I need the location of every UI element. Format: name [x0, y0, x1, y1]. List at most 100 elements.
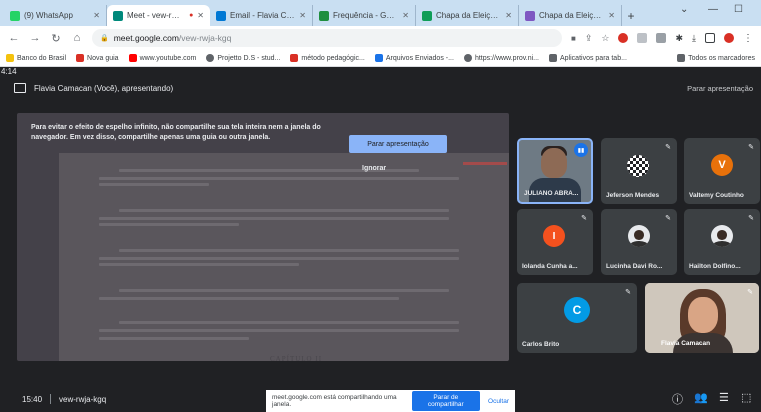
- tab-label: Chapa da Eleição do: [539, 11, 604, 20]
- document-text-line: [119, 249, 459, 252]
- tab-frequencia[interactable]: Frequência - Google Cl ✕: [313, 5, 416, 26]
- profile-avatar[interactable]: [724, 33, 734, 43]
- close-icon[interactable]: ✕: [505, 11, 512, 20]
- self-video-tile[interactable]: ✎ Flavia Camacan: [645, 283, 759, 353]
- close-icon[interactable]: ✕: [197, 11, 204, 20]
- bookmark-label: https://www.prov.ni...: [474, 54, 539, 62]
- tab-whatsapp[interactable]: (9) WhatsApp ✕: [4, 5, 107, 26]
- document-text-line: [99, 329, 459, 332]
- participant-name: Hailton Dolfino...: [689, 263, 741, 270]
- participant-tile[interactable]: ✎ Lucinha Davi Ro...: [601, 209, 677, 275]
- bookmark-item[interactable]: Arquivos Enviados -...: [374, 54, 454, 62]
- bookmark-item[interactable]: https://www.prov.ni...: [463, 54, 539, 62]
- info-icon[interactable]: ⓘ: [672, 391, 683, 407]
- document-text-line: [119, 289, 449, 292]
- stop-presenting-button[interactable]: Parar apresentação: [349, 135, 447, 153]
- participant-tile[interactable]: ▮▮ JULIANO ABRA...: [517, 138, 593, 204]
- avatar: [627, 155, 649, 177]
- hide-button[interactable]: Ocultar: [488, 398, 509, 405]
- bookmark-item[interactable]: método pedagógic...: [290, 54, 365, 62]
- tab-label: (9) WhatsApp: [24, 11, 73, 20]
- close-icon[interactable]: ✕: [608, 11, 615, 20]
- close-icon[interactable]: ✕: [402, 11, 409, 20]
- minimize-icon[interactable]: —: [708, 4, 718, 15]
- ignore-button[interactable]: Ignorar: [362, 165, 386, 172]
- document-text-line: [99, 337, 249, 340]
- participant-tile[interactable]: ✎ I Iolanda Cunha a...: [517, 209, 593, 275]
- stop-sharing-button[interactable]: Parar de compartilhar: [411, 391, 481, 411]
- globe-icon: [206, 54, 215, 62]
- menu-icon[interactable]: ⋮: [743, 33, 753, 44]
- lock-icon: 🔒: [100, 35, 109, 42]
- clock: 15:40: [22, 394, 43, 404]
- home-icon[interactable]: ⌂: [71, 32, 83, 44]
- close-icon[interactable]: ✕: [93, 11, 100, 20]
- new-tab-button[interactable]: +: [622, 5, 640, 26]
- participant-tile[interactable]: ✎ Jeferson Mendes: [601, 138, 677, 204]
- back-icon[interactable]: ←: [8, 32, 20, 44]
- document-chapter-heading: CAPÍTULO II: [270, 355, 323, 363]
- bookmark-item[interactable]: www.youtube.com: [128, 54, 196, 62]
- tab-meet[interactable]: Meet - vew-rwja-kgq ● ✕: [107, 5, 210, 26]
- extension-gray-icon[interactable]: [637, 33, 648, 43]
- extensions-puzzle-icon[interactable]: ✱: [675, 33, 683, 44]
- presenter-bar: 4:14 Flavia Camacan (Você), apresentando…: [0, 67, 761, 97]
- share-notice-text: meet.google.com está compartilhando uma …: [272, 394, 397, 408]
- tab-label: Meet - vew-rwja-kgq: [127, 11, 185, 20]
- maximize-icon[interactable]: ☐: [734, 4, 743, 15]
- avatar: V: [711, 154, 733, 176]
- presentation-stage: Para evitar o efeito de espelho infinito…: [17, 113, 509, 361]
- avatar-head: [717, 229, 727, 240]
- bookmark-label: Projetto D.S - stud...: [217, 54, 281, 62]
- tab-chapa-2[interactable]: Chapa da Eleição do ✕: [519, 5, 622, 26]
- stop-presenting-link[interactable]: Parar apresentação: [687, 84, 753, 93]
- people-icon[interactable]: 👥: [694, 391, 708, 404]
- document-text-line: [99, 257, 459, 260]
- bookmarks-bar: Banco do Brasil Nova guia www.youtube.co…: [0, 50, 761, 67]
- self-video-face: [688, 297, 718, 333]
- close-icon[interactable]: ✕: [299, 11, 306, 20]
- extension-red-icon[interactable]: [618, 33, 629, 43]
- document-text-line: [99, 223, 239, 226]
- meeting-code: vew-rwja-kgq: [59, 394, 107, 404]
- forward-icon[interactable]: →: [29, 32, 41, 44]
- apps-grid-icon: [549, 54, 557, 62]
- bookmark-item[interactable]: Nova guia: [76, 54, 119, 62]
- camera-icon[interactable]: ■: [571, 34, 576, 43]
- tab-email[interactable]: Email - Flavia Camacan ✕: [210, 5, 313, 26]
- star-icon[interactable]: ☆: [601, 33, 609, 44]
- other-bookmarks[interactable]: Todos os marcadores: [677, 54, 755, 62]
- bookmark-item[interactable]: Banco do Brasil: [6, 54, 66, 62]
- bookmark-item[interactable]: Aplicativos para tab...: [549, 54, 627, 62]
- avatar: C: [564, 297, 590, 323]
- mic-off-icon: ✎: [747, 289, 753, 296]
- avatar-head: [634, 229, 644, 240]
- address-bar[interactable]: 🔒 meet.google.com/vew-rwja-kgq: [92, 29, 562, 47]
- mirror-warning-text: Para evitar o efeito de espelho infinito…: [31, 124, 321, 141]
- bookmark-label: Arquivos Enviados -...: [385, 54, 454, 62]
- activities-icon[interactable]: ⬚: [741, 391, 751, 404]
- participant-name: Iolanda Cunha a...: [522, 263, 578, 270]
- avatar: I: [543, 225, 565, 247]
- extension-gray-icon-2[interactable]: [656, 33, 667, 43]
- tab-chapa-1[interactable]: Chapa da Eleição do ✕: [416, 5, 519, 26]
- participant-name: Carlos Brito: [522, 341, 560, 348]
- self-name: Flavia Camacan: [661, 340, 711, 347]
- participant-name: Jeferson Mendes: [606, 192, 660, 199]
- whatsapp-icon: [10, 10, 20, 21]
- sidepanel-icon[interactable]: [705, 33, 715, 43]
- participant-video-face: [541, 148, 567, 178]
- extension-icons: ■ ⇪ ☆ ✱ ⤓ ⋮: [571, 33, 753, 44]
- download-icon[interactable]: ⤓: [692, 33, 696, 44]
- bookmark-item[interactable]: Projetto D.S - stud...: [206, 54, 280, 62]
- participant-tile[interactable]: ✎ V Valtemy Coutinho: [684, 138, 760, 204]
- tab-search-icon[interactable]: ⌄: [680, 4, 688, 15]
- reload-icon[interactable]: ↻: [50, 32, 62, 45]
- tab-label: Chapa da Eleição do: [436, 11, 501, 20]
- chat-icon[interactable]: ☰: [719, 391, 729, 404]
- bookmark-favicon-icon: [6, 54, 14, 62]
- participant-tile[interactable]: ✎ C Carlos Brito: [517, 283, 637, 353]
- sheets-icon: [422, 10, 432, 21]
- participant-tile[interactable]: ✎ Hailton Dolfino...: [684, 209, 760, 275]
- share-icon[interactable]: ⇪: [585, 33, 593, 44]
